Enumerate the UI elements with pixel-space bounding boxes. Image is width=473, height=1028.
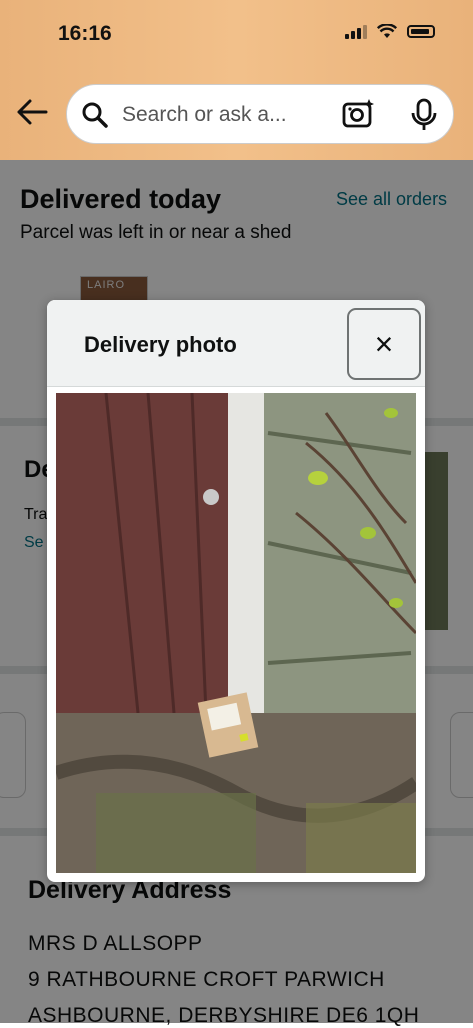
delivery-photo-modal: Delivery photo × xyxy=(47,300,425,882)
status-icons xyxy=(345,24,435,39)
search-placeholder: Search or ask a... xyxy=(122,103,287,126)
top-header: Search or ask a... xyxy=(0,72,473,160)
signal-icon xyxy=(345,24,367,39)
status-time: 16:16 xyxy=(58,22,112,45)
modal-header: Delivery photo × xyxy=(47,300,425,387)
close-icon: × xyxy=(374,325,394,362)
wifi-icon xyxy=(377,24,397,38)
modal-title: Delivery photo xyxy=(84,332,237,357)
close-button[interactable]: × xyxy=(347,308,421,380)
status-bar: 16:16 xyxy=(0,0,473,72)
search-input[interactable]: Search or ask a... xyxy=(66,84,454,144)
microphone-icon[interactable] xyxy=(411,98,437,132)
delivery-photo xyxy=(56,393,416,873)
camera-icon[interactable] xyxy=(341,98,375,130)
battery-icon xyxy=(407,25,435,38)
search-icon xyxy=(82,102,108,128)
back-arrow-icon[interactable] xyxy=(16,98,48,134)
